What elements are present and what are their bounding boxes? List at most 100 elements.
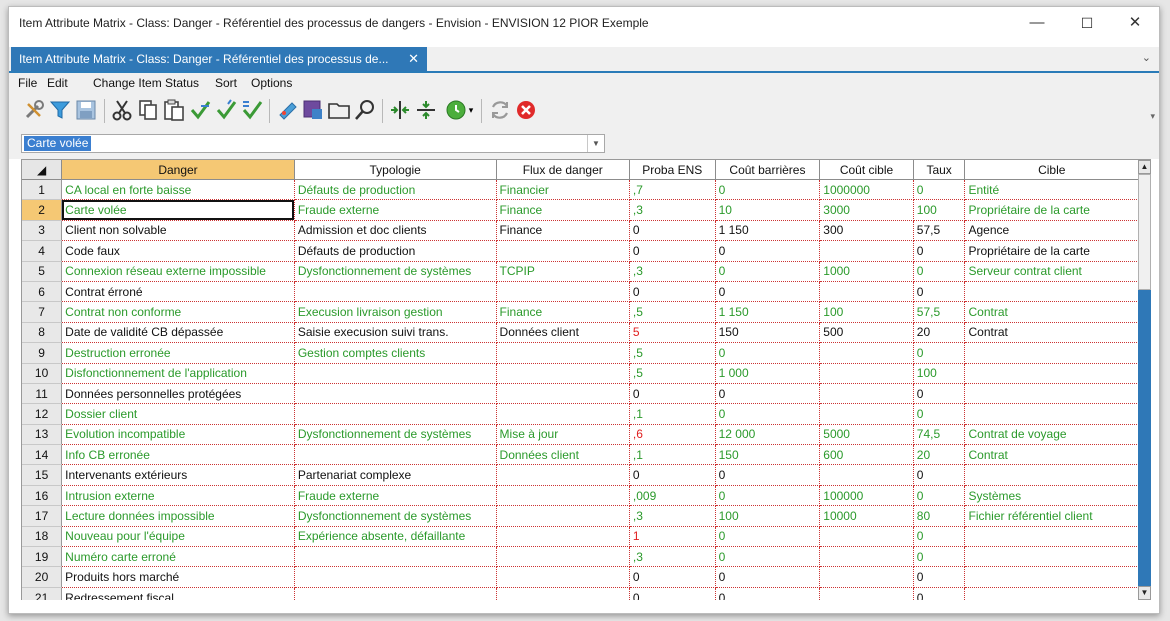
table-cell[interactable]: Financier <box>496 179 630 201</box>
table-cell[interactable] <box>294 587 497 600</box>
check-down-icon[interactable] <box>187 97 213 123</box>
table-cell[interactable] <box>496 383 630 405</box>
maximize-button[interactable]: ☐ <box>1067 11 1107 35</box>
row-number[interactable]: 10 <box>22 363 63 384</box>
menu-edit[interactable]: Edit <box>47 76 68 90</box>
table-cell[interactable]: 150 <box>715 322 821 344</box>
table-cell[interactable]: Contrat non conforme <box>61 301 295 323</box>
table-row[interactable]: 9 Destruction erronée Gestion comptes clie… <box>22 342 1139 364</box>
table-cell[interactable]: Propriétaire de la carte <box>964 240 1139 262</box>
tab-close-icon[interactable]: ✕ <box>408 47 419 71</box>
table-cell[interactable]: ,7 <box>629 179 716 201</box>
table-cell[interactable] <box>496 464 630 486</box>
table-cell[interactable]: ,5 <box>629 363 716 384</box>
table-cell[interactable] <box>496 485 630 507</box>
table-cell[interactable] <box>819 546 914 568</box>
table-cell[interactable]: 0 <box>629 220 716 242</box>
toolbar-overflow-icon[interactable]: ▾ <box>1150 111 1155 122</box>
table-cell[interactable] <box>819 587 914 600</box>
row-number[interactable]: 4 <box>22 240 63 262</box>
table-row[interactable]: 15 Intervenants extérieurs Partenariat com… <box>22 464 1139 486</box>
row-number[interactable]: 13 <box>22 424 63 446</box>
table-cell[interactable]: 0 <box>913 240 966 262</box>
stop-icon[interactable] <box>513 97 539 123</box>
check-all-icon[interactable] <box>213 97 239 123</box>
attribute-icon[interactable] <box>274 97 300 123</box>
table-cell[interactable]: Connexion réseau externe impossible <box>61 261 295 282</box>
row-number[interactable]: 20 <box>22 566 63 588</box>
table-cell[interactable]: 300 <box>819 220 914 242</box>
table-cell[interactable]: 5 <box>629 322 716 344</box>
split-horizontal-icon[interactable] <box>387 97 413 123</box>
table-cell[interactable] <box>964 587 1139 600</box>
table-row[interactable]: 14 Info CB erronée Données client ,1 150 600 2… <box>22 444 1139 466</box>
menu-options[interactable]: Options <box>251 76 292 90</box>
column-header-cout-barrieres[interactable]: Coût barrières <box>715 160 821 180</box>
table-cell[interactable]: 20 <box>913 322 966 344</box>
table-cell[interactable]: 0 <box>913 546 966 568</box>
table-cell[interactable]: ,3 <box>629 546 716 568</box>
tab-overflow-icon[interactable]: ⌄ <box>1142 51 1151 64</box>
table-cell[interactable]: 0 <box>913 587 966 600</box>
table-cell[interactable] <box>819 363 914 384</box>
table-cell[interactable] <box>819 526 914 548</box>
table-cell[interactable] <box>496 587 630 600</box>
table-cell[interactable]: Finance <box>496 199 630 221</box>
tab-item-attribute-matrix[interactable]: Item Attribute Matrix - Class: Danger - … <box>11 47 427 71</box>
new-folder-icon[interactable] <box>326 97 352 123</box>
table-cell[interactable] <box>964 526 1139 548</box>
table-cell[interactable]: 0 <box>629 383 716 405</box>
table-row[interactable]: 17 Lecture données impossible Dysfonctionn… <box>22 505 1139 527</box>
refresh-icon[interactable] <box>487 97 513 123</box>
row-number[interactable]: 7 <box>22 301 63 323</box>
row-number[interactable]: 17 <box>22 505 63 527</box>
table-cell[interactable]: 100 <box>913 199 966 221</box>
menu-file[interactable]: File <box>18 76 37 90</box>
table-row[interactable]: 12 Dossier client ,1 0 0 <box>22 403 1139 425</box>
table-cell[interactable]: 0 <box>715 240 821 262</box>
table-cell[interactable] <box>964 281 1139 303</box>
table-cell[interactable]: Fichier référentiel client <box>964 505 1139 527</box>
vertical-scrollbar[interactable]: ▲ ▼ <box>1138 159 1151 600</box>
table-cell[interactable]: 0 <box>715 281 821 303</box>
table-cell[interactable]: 0 <box>913 261 966 282</box>
table-cell[interactable]: Contrat <box>964 301 1139 323</box>
menu-sort[interactable]: Sort <box>215 76 237 90</box>
table-cell[interactable]: ,5 <box>629 342 716 364</box>
table-cell[interactable] <box>294 566 497 588</box>
column-header-danger[interactable]: Danger <box>61 160 295 180</box>
table-cell[interactable]: Finance <box>496 301 630 323</box>
table-cell[interactable]: Défauts de production <box>294 179 497 201</box>
table-cell[interactable]: ,3 <box>629 199 716 221</box>
table-row[interactable]: 3 Client non solvable Admission et doc cli… <box>22 220 1139 242</box>
row-number[interactable]: 21 <box>22 587 63 600</box>
table-cell[interactable]: 0 <box>629 464 716 486</box>
table-cell[interactable] <box>294 383 497 405</box>
table-cell[interactable]: Données personnelles protégées <box>61 383 295 405</box>
table-cell[interactable]: Evolution incompatible <box>61 424 295 446</box>
table-cell[interactable]: 0 <box>629 587 716 600</box>
table-cell[interactable]: Disfonctionnement de l'application <box>61 363 295 384</box>
table-cell[interactable]: 80 <box>913 505 966 527</box>
table-cell[interactable]: Redressement fiscal <box>61 587 295 600</box>
table-row[interactable]: 11 Données personnelles protégées 0 0 0 <box>22 383 1139 405</box>
table-cell[interactable] <box>819 464 914 486</box>
cut-icon[interactable] <box>109 97 135 123</box>
table-cell[interactable] <box>819 240 914 262</box>
table-cell[interactable]: Expérience absente, défaillante <box>294 526 497 548</box>
table-cell[interactable]: Produits hors marché <box>61 566 295 588</box>
split-vertical-icon[interactable] <box>413 97 439 123</box>
table-cell[interactable]: ,1 <box>629 444 716 466</box>
table-cell[interactable] <box>819 342 914 364</box>
table-cell[interactable]: Finance <box>496 220 630 242</box>
table-cell[interactable]: 0 <box>715 261 821 282</box>
table-cell[interactable]: Intrusion externe <box>61 485 295 507</box>
table-row[interactable]: 19 Numéro carte erroné ,3 0 0 <box>22 546 1139 568</box>
table-cell[interactable]: 0 <box>913 464 966 486</box>
search-icon[interactable] <box>352 97 378 123</box>
table-cell[interactable]: Propriétaire de la carte <box>964 199 1139 221</box>
select-all-corner[interactable]: ◢ <box>22 160 63 180</box>
table-cell[interactable]: Mise à jour <box>496 424 630 446</box>
table-cell[interactable]: 20 <box>913 444 966 466</box>
column-header-cout-cible[interactable]: Coût cible <box>819 160 914 180</box>
